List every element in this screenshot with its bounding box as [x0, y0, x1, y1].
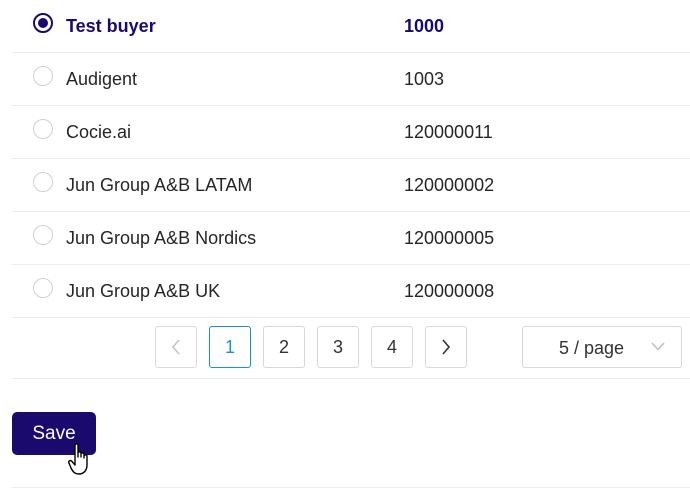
- table-row[interactable]: Test buyer 1000: [12, 0, 690, 53]
- buyer-id: 120000005: [404, 228, 495, 248]
- buyer-list: Test buyer 1000 Audigent 1003 Cocie.ai 1…: [12, 0, 690, 318]
- radio-button[interactable]: [33, 172, 53, 192]
- table-row[interactable]: Cocie.ai 120000011: [12, 106, 690, 159]
- buyer-name: Jun Group A&B UK: [66, 281, 221, 301]
- radio-button[interactable]: [33, 119, 53, 139]
- radio-button[interactable]: [33, 225, 53, 245]
- buyer-id: 120000008: [404, 281, 495, 301]
- buyer-name: Jun Group A&B Nordics: [66, 228, 257, 248]
- page-3-button[interactable]: 3: [317, 326, 359, 368]
- page-1-button[interactable]: 1: [209, 326, 251, 368]
- table-row[interactable]: Jun Group A&B UK 120000008: [12, 265, 690, 318]
- buyer-id: 1000: [404, 16, 445, 36]
- page-size-value: 5 / page: [559, 338, 625, 358]
- next-page-button[interactable]: [425, 326, 467, 368]
- buyer-name: Jun Group A&B LATAM: [66, 175, 253, 195]
- table-row[interactable]: Jun Group A&B LATAM 120000002: [12, 159, 690, 212]
- buyer-name: Audigent: [66, 69, 138, 89]
- table-row[interactable]: Audigent 1003: [12, 53, 690, 106]
- buyer-id: 120000011: [404, 122, 493, 142]
- radio-button[interactable]: [33, 66, 53, 86]
- radio-button[interactable]: [33, 278, 53, 298]
- table-row[interactable]: Jun Group A&B Nordics 120000005: [12, 212, 690, 265]
- pagination: 1 2 3 4 5 / page: [12, 316, 690, 379]
- chevron-down-icon: [651, 342, 665, 351]
- buyer-id: 1003: [404, 69, 445, 89]
- buyer-name: Test buyer: [66, 16, 156, 36]
- chevron-right-icon: [442, 339, 451, 355]
- buyer-id: 120000002: [404, 175, 495, 195]
- radio-button[interactable]: [33, 13, 53, 33]
- hand-pointer-icon: [68, 443, 88, 475]
- divider: [12, 487, 690, 488]
- page-2-button[interactable]: 2: [263, 326, 305, 368]
- chevron-left-icon: [171, 339, 180, 355]
- buyer-name: Cocie.ai: [66, 122, 132, 142]
- page-4-button[interactable]: 4: [371, 326, 413, 368]
- page-size-select[interactable]: 5 / page: [522, 326, 682, 368]
- prev-page-button[interactable]: [155, 326, 197, 368]
